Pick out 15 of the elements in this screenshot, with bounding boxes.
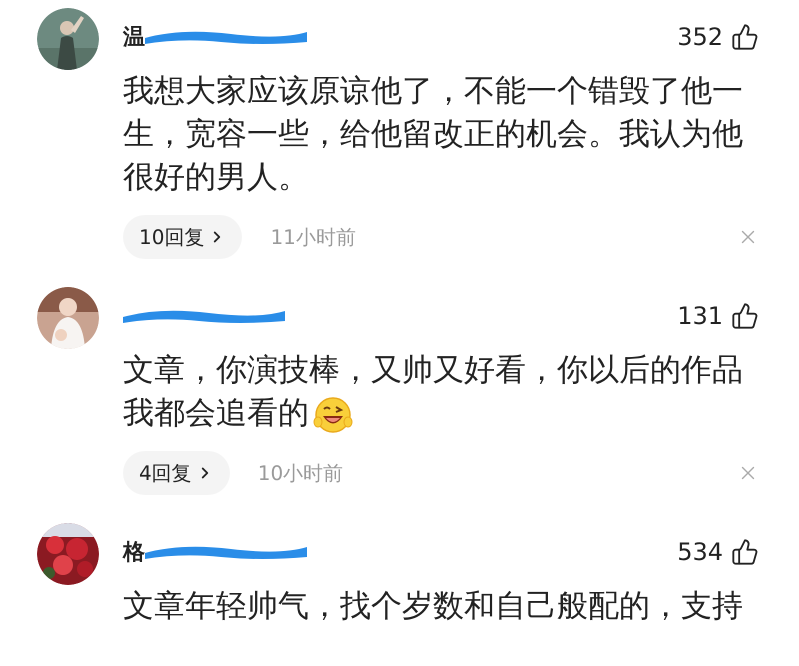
thumbs-up-icon[interactable]	[731, 538, 759, 566]
comment-text: 我想大家应该原谅他了，不能一个错毁了他一生，宽容一些，给他留改正的机会。我认为他很好的男人。	[123, 72, 744, 197]
timestamp: 11小时前	[270, 224, 356, 251]
username[interactable]: 格	[123, 536, 145, 568]
thumbs-up-icon[interactable]	[731, 302, 759, 330]
replies-button[interactable]: 10回复	[123, 215, 242, 259]
like-count: 534	[677, 537, 723, 568]
comment-text: 文章，你演技棒，又帅又好看，你以后的作品我都会追看的	[123, 349, 755, 435]
comment-text: 文章年轻帅气，找个岁数和自己般配的，支持	[123, 587, 744, 626]
username[interactable]: 温	[123, 20, 145, 54]
timestamp: 10小时前	[258, 460, 344, 487]
like-count: 131	[677, 301, 723, 332]
thumbs-up-icon[interactable]	[731, 23, 759, 51]
replies-button[interactable]: 4回复	[123, 451, 230, 495]
like-count: 352	[677, 22, 723, 53]
